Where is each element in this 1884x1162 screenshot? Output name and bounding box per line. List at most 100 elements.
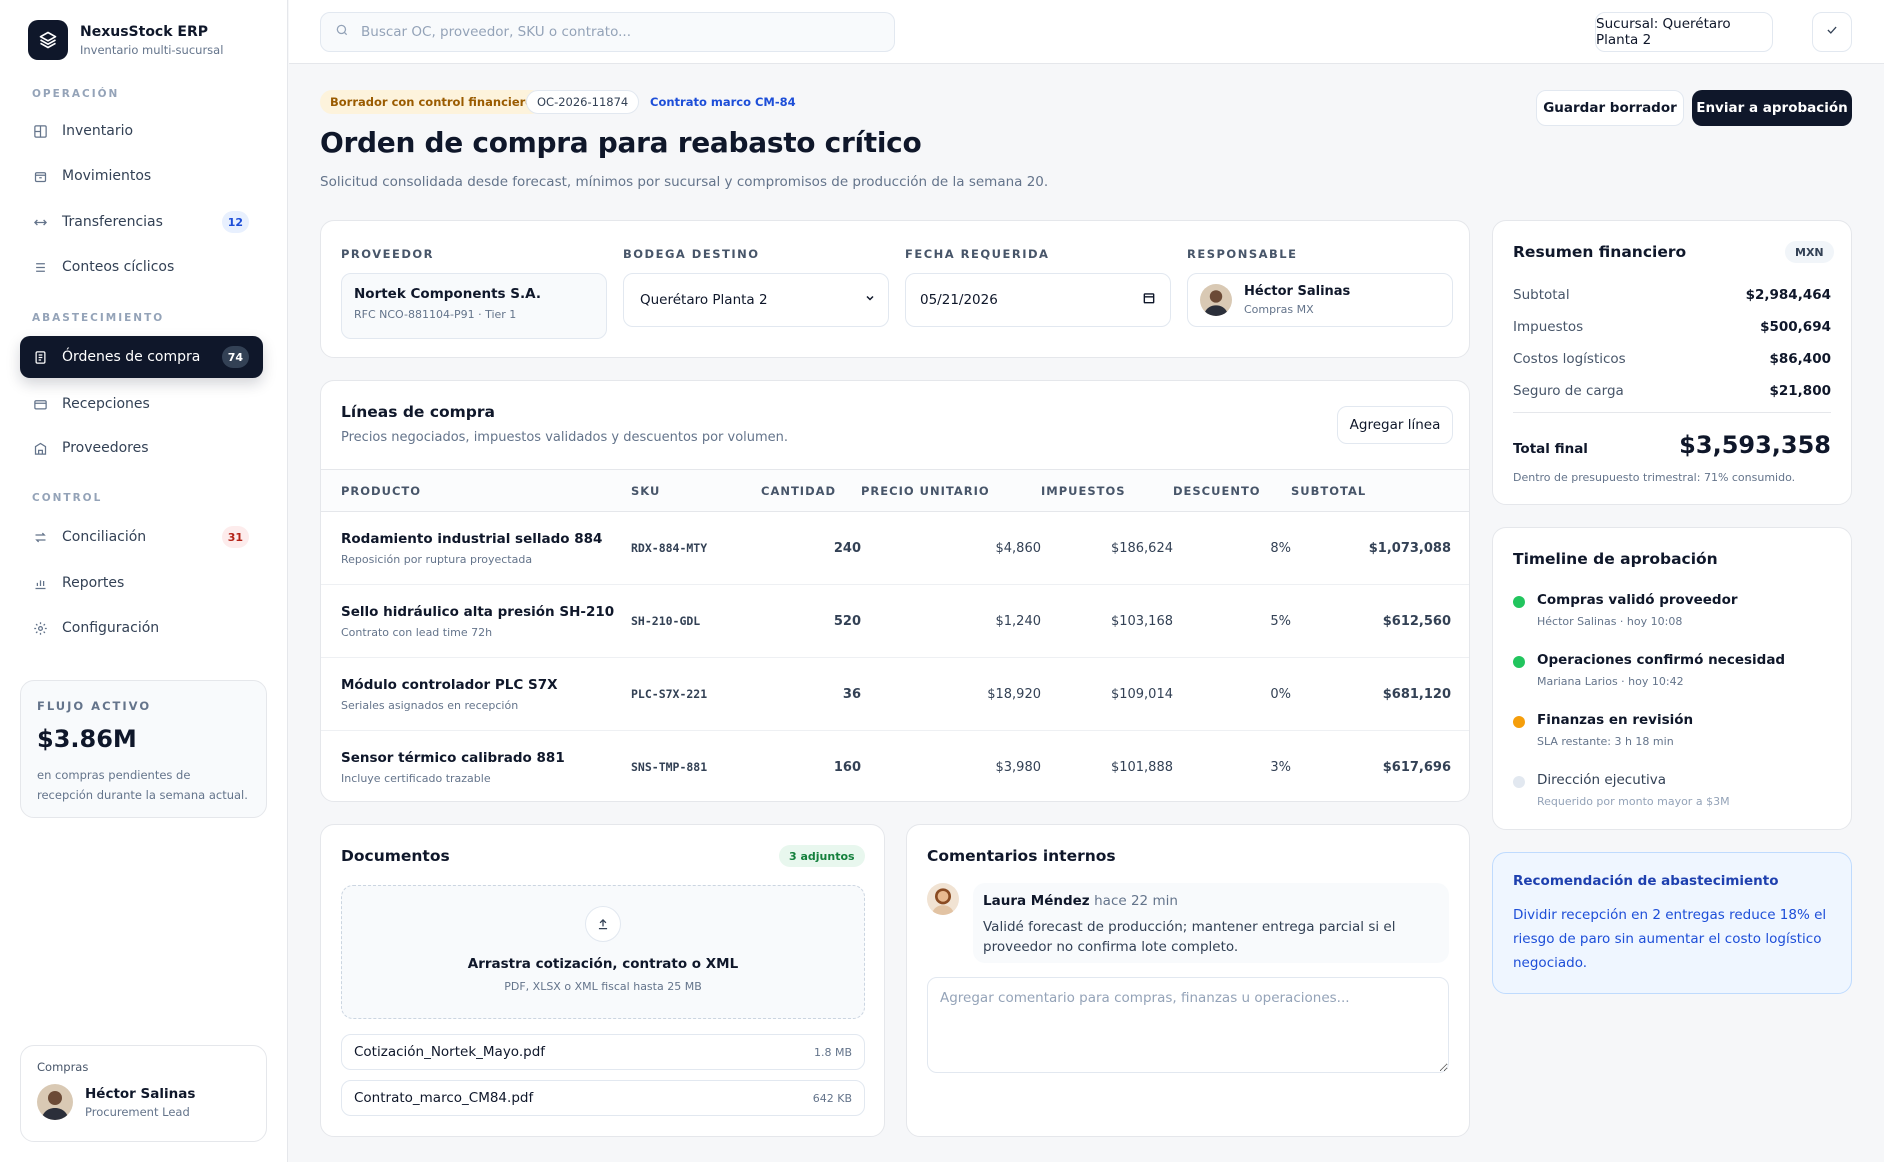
save-draft-button[interactable]: Guardar borrador (1536, 90, 1684, 126)
subtotal: $612,560 (1291, 584, 1469, 658)
total-value: $3,593,358 (1679, 431, 1831, 459)
budget-note: Dentro de presupuesto trimestral: 71% co… (1513, 471, 1796, 484)
subtotal: $1,073,088 (1291, 511, 1469, 585)
user-card[interactable]: Compras Héctor Salinas Procurement Lead (20, 1045, 267, 1142)
summary-key: Seguro de carga (1513, 383, 1624, 399)
col-subtotal[interactable]: SUBTOTAL (1291, 469, 1469, 512)
table-row[interactable]: Sello hidráulico alta presión SH-210 Cont… (321, 584, 1469, 658)
flow-value: $3.86M (37, 725, 137, 753)
dropzone-subtitle: PDF, XLSX o XML fiscal hasta 25 MB (504, 980, 702, 993)
comment-input[interactable] (927, 977, 1449, 1073)
sidebar-item-movimientos[interactable]: Movimientos (20, 155, 263, 197)
timeline-item-sub: Héctor Salinas · hoy 10:08 (1537, 615, 1683, 628)
sidebar-item-label: Configuración (62, 620, 160, 636)
sidebar-item-conciliacion[interactable]: Conciliación 31 (20, 516, 263, 558)
owner-avatar (1200, 284, 1232, 316)
approval-timeline-card: Timeline de aprobación Compras validó pr… (1492, 527, 1852, 830)
col-sku[interactable]: SKU (631, 469, 761, 512)
unit-price: $4,860 (861, 511, 1041, 585)
branch-selector-button[interactable]: Sucursal: Querétaro Planta 2 (1595, 12, 1773, 52)
unit-price: $1,240 (861, 584, 1041, 658)
discount: 0% (1173, 657, 1291, 731)
arrows-horizontal-icon (32, 214, 48, 230)
table-row[interactable]: Rodamiento industrial sellado 884 Reposic… (321, 511, 1469, 585)
brand-subtitle: Inventario multi-sucursal (80, 42, 224, 57)
file-item[interactable]: Contrato_marco_CM84.pdf 642 KB (341, 1080, 865, 1116)
sku-code: SNS-TMP-881 (631, 759, 708, 774)
date-value: 05/21/2026 (920, 292, 998, 308)
recommendation-title: Recomendación de abastecimiento (1513, 873, 1779, 889)
search-bar[interactable] (320, 12, 895, 52)
box-icon (32, 168, 48, 184)
file-dropzone[interactable]: Arrastra cotización, contrato o XML PDF,… (341, 885, 865, 1019)
timeline-item: Operaciones confirmó necesidad Mariana L… (1513, 652, 1831, 688)
product-name: Sello hidráulico alta presión SH-210 (341, 603, 615, 620)
tax: $186,624 (1041, 511, 1173, 585)
sidebar-item-reportes[interactable]: Reportes (20, 562, 263, 604)
tax: $101,888 (1110, 759, 1173, 775)
sidebar-item-label: Transferencias (62, 214, 163, 230)
summary-total-row: Total final $3,593,358 (1513, 431, 1831, 459)
documents-card: Documentos 3 adjuntos Arrastra cotizació… (320, 824, 885, 1137)
contract-link[interactable]: Contrato marco CM-84 (640, 90, 806, 114)
grid-icon (32, 123, 48, 139)
summary-value: $2,984,464 (1745, 287, 1831, 303)
avatar (37, 1084, 73, 1120)
table-row[interactable]: Módulo controlador PLC S7X Seriales asign… (321, 657, 1469, 731)
sidebar-item-configuracion[interactable]: Configuración (20, 607, 263, 649)
sidebar-item-label: Proveedores (62, 440, 149, 456)
sidebar-item-inventario[interactable]: Inventario (20, 110, 263, 152)
timeline-item: Finanzas en revisión SLA restante: 3 h 1… (1513, 712, 1831, 748)
order-form-card: PROVEEDOR Nortek Components S.A. RFC NCO… (320, 220, 1470, 358)
status-badge: Borrador con control financiero (320, 90, 544, 114)
add-line-button[interactable]: Agregar línea (1337, 406, 1453, 444)
col-precio[interactable]: PRECIO UNITARIO (861, 469, 1041, 512)
search-input[interactable] (361, 24, 881, 40)
comment-author: Laura Méndez (983, 893, 1090, 909)
date-field[interactable]: 05/21/2026 (905, 273, 1171, 327)
recommendation-card: Recomendación de abastecimiento Dividir … (1492, 852, 1852, 994)
file-size: 642 KB (812, 1091, 852, 1105)
supplier-name: Nortek Components S.A. (354, 286, 541, 302)
confirm-button[interactable] (1812, 12, 1852, 52)
warehouse-select[interactable]: Querétaro Planta 2 (623, 273, 889, 327)
document-icon (32, 349, 48, 365)
product-note: Seriales asignados en recepción (341, 698, 519, 712)
comment-text: Validé forecast de producción; mantener … (983, 919, 1396, 955)
supplier-field[interactable]: Nortek Components S.A. RFC NCO-881104-P9… (341, 273, 607, 339)
status-dot-pending (1513, 716, 1525, 728)
owner-field[interactable]: Héctor Salinas Compras MX (1187, 273, 1453, 327)
user-role: Compras (37, 1060, 89, 1074)
col-cantidad[interactable]: CANTIDAD (761, 469, 861, 512)
table-row[interactable]: Sensor térmico calibrado 881 Incluye cert… (321, 731, 1469, 802)
summary-value: $21,800 (1769, 383, 1832, 399)
upload-icon (585, 906, 621, 942)
sidebar-item-label: Inventario (62, 123, 134, 139)
product-name: Módulo controlador PLC S7X (341, 676, 558, 693)
check-icon (1825, 23, 1839, 41)
col-producto[interactable]: PRODUCTO (321, 469, 631, 512)
send-approval-button[interactable]: Enviar a aprobación (1692, 90, 1852, 126)
gear-icon (32, 620, 48, 636)
summary-key: Subtotal (1513, 287, 1570, 303)
sidebar-item-ordenes-compra[interactable]: Órdenes de compra 74 (20, 336, 263, 378)
sidebar-item-transferencias[interactable]: Transferencias 12 (20, 201, 263, 243)
quantity: 240 (761, 511, 861, 585)
sidebar-item-proveedores[interactable]: Proveedores (20, 427, 263, 469)
lines-title: Líneas de compra (341, 403, 496, 421)
sidebar-item-conteos[interactable]: Conteos cíclicos (20, 246, 263, 288)
user-name: Héctor Salinas (85, 1085, 196, 1102)
comments-card: Comentarios internos Laura Méndez hace 2… (906, 824, 1470, 1137)
brand[interactable]: NexusStock ERP Inventario multi-sucursal (28, 20, 223, 60)
sidebar-item-recepciones[interactable]: Recepciones (20, 383, 263, 425)
summary-divider (1513, 412, 1831, 413)
nav-section-control: CONTROL (32, 492, 103, 504)
page-subtitle: Solicitud consolidada desde forecast, mí… (320, 174, 1049, 190)
file-item[interactable]: Cotización_Nortek_Mayo.pdf 1.8 MB (341, 1034, 865, 1070)
summary-value: $86,400 (1769, 351, 1832, 367)
topbar: Sucursal: Querétaro Planta 2 (289, 0, 1884, 64)
comment-bubble: Laura Méndez hace 22 min Validé forecast… (973, 883, 1449, 963)
col-descuento[interactable]: DESCUENTO (1173, 469, 1291, 512)
unit-price: $3,980 (995, 759, 1042, 775)
col-impuestos[interactable]: IMPUESTOS (1041, 469, 1173, 512)
